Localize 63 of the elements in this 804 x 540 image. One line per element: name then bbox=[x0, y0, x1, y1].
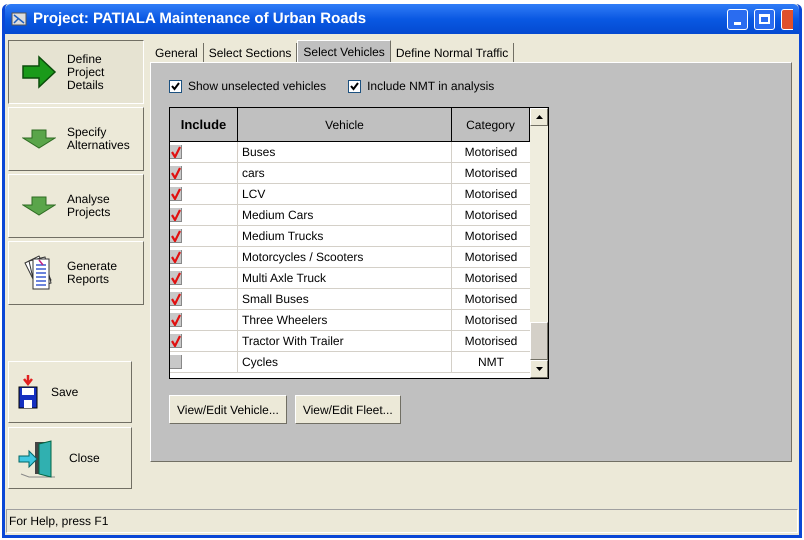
view-edit-button[interactable]: View/Edit Vehicle... bbox=[169, 395, 287, 424]
checkbox-label: Show unselected vehicles bbox=[188, 78, 326, 95]
floppy-disk-icon bbox=[17, 375, 39, 409]
checkmark-icon[interactable] bbox=[170, 145, 182, 159]
checkmark-icon[interactable] bbox=[170, 229, 182, 243]
table-cell: Medium Cars bbox=[238, 205, 452, 225]
table-cell-text: NMT bbox=[477, 354, 505, 371]
table-cell-text: Motorised bbox=[464, 312, 518, 329]
table-cell-text: Motorised bbox=[464, 144, 518, 161]
app-icon bbox=[11, 11, 27, 27]
table-cell: cars bbox=[238, 163, 452, 183]
table-cell-text: Motorised bbox=[464, 207, 518, 224]
table-cell: Medium Trucks bbox=[238, 226, 452, 246]
table-cell-text: Motorised bbox=[464, 270, 518, 287]
arrow-down-icon bbox=[22, 196, 56, 216]
status-bar: For Help, press F1 bbox=[6, 509, 798, 533]
scroll-up-icon[interactable] bbox=[536, 115, 542, 119]
checkbox[interactable] bbox=[169, 80, 182, 92]
nav-button[interactable]: Generate Reports bbox=[8, 241, 144, 305]
table-cell-text: Motorised bbox=[464, 186, 518, 203]
arrow-right-icon bbox=[21, 54, 57, 90]
minimize-button[interactable] bbox=[727, 8, 748, 30]
scrollbar[interactable] bbox=[530, 108, 548, 378]
door-exit-icon bbox=[17, 438, 57, 478]
empty-checkbox[interactable] bbox=[170, 355, 182, 369]
checkbox[interactable] bbox=[348, 80, 362, 92]
table-cell-text: Motorised bbox=[464, 165, 518, 182]
checkmark-icon[interactable] bbox=[170, 208, 182, 222]
table-cell: Small Buses bbox=[238, 289, 452, 309]
table-cell-text: Motorised bbox=[464, 291, 518, 308]
checkmark-icon[interactable] bbox=[170, 313, 182, 327]
nav-button[interactable]: Specify Alternatives bbox=[8, 107, 144, 171]
checkmark-icon[interactable] bbox=[170, 334, 182, 348]
table-cell: Multi Axle Truck bbox=[238, 268, 452, 288]
table-cell-text: Motorised bbox=[464, 228, 518, 245]
table-cell: LCV bbox=[238, 184, 452, 204]
checkmark-icon[interactable] bbox=[170, 187, 182, 201]
tab[interactable]: Select Vehicles bbox=[297, 40, 391, 62]
scroll-down-icon[interactable] bbox=[536, 367, 542, 371]
nav-button[interactable]: Analyse Projects bbox=[8, 174, 144, 238]
checkbox-label: Include NMT in analysis bbox=[367, 78, 494, 95]
checkmark-icon[interactable] bbox=[170, 166, 182, 180]
view-edit-button[interactable]: View/Edit Fleet... bbox=[294, 395, 401, 424]
checkmark-icon[interactable] bbox=[170, 292, 182, 306]
action-button[interactable]: Close bbox=[8, 427, 132, 489]
table-cell: Three Wheelers bbox=[238, 310, 452, 330]
close-button[interactable] bbox=[781, 8, 793, 30]
scroll-thumb[interactable] bbox=[530, 322, 548, 360]
nav-button[interactable]: Define Project Details bbox=[8, 40, 144, 104]
table-cell: Tractor With Trailer bbox=[238, 331, 452, 351]
action-button[interactable]: Save bbox=[8, 361, 132, 423]
checkmark-icon[interactable] bbox=[170, 250, 182, 264]
arrow-down-icon bbox=[22, 129, 56, 149]
table-cell-text: Motorised bbox=[464, 333, 518, 350]
table-cell: Buses bbox=[238, 142, 452, 162]
table-cell-text: Motorised bbox=[464, 249, 518, 266]
table-cell: Cycles bbox=[238, 352, 452, 372]
column-header: Include bbox=[170, 108, 238, 141]
column-header: Vehicle bbox=[238, 108, 452, 141]
table-cell: Motorcycles / Scooters bbox=[238, 247, 452, 267]
window-title: Project: PATIALA Maintenance of Urban Roads bbox=[33, 8, 368, 29]
maximize-button[interactable] bbox=[754, 8, 775, 30]
checkmark-icon[interactable] bbox=[170, 271, 182, 285]
